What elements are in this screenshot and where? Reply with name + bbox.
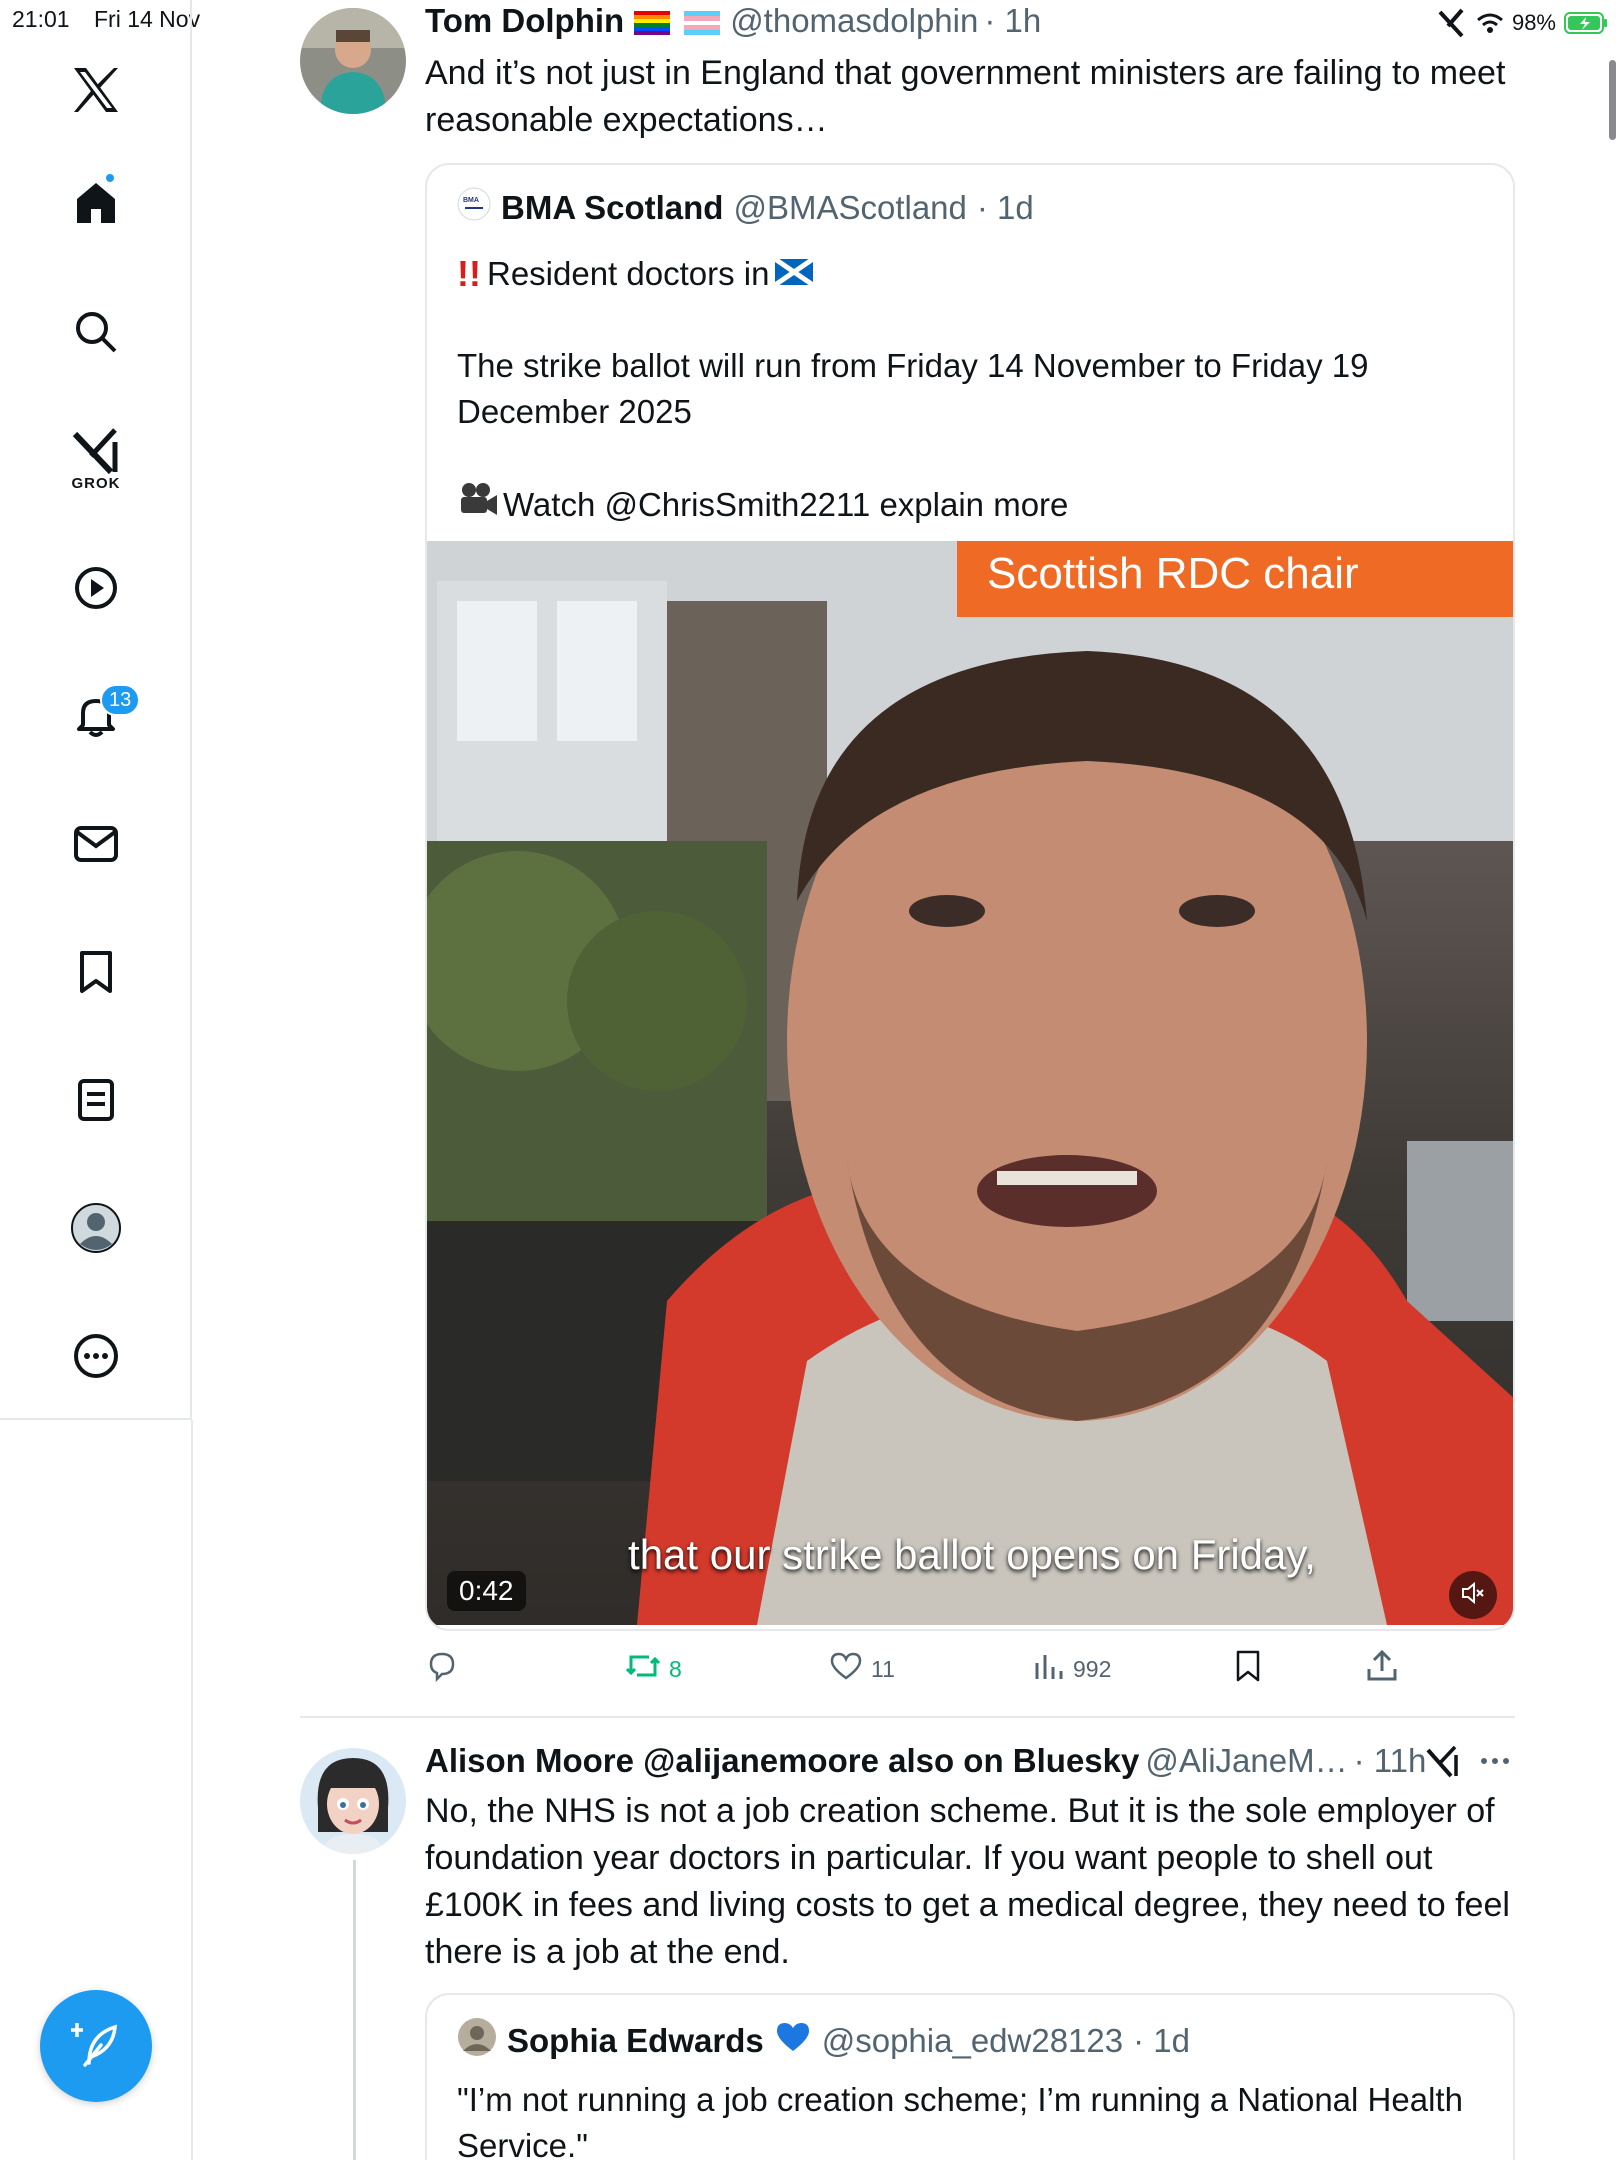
search-icon[interactable]: [58, 294, 134, 370]
bookmark-button[interactable]: [1233, 1649, 1263, 1689]
avatar-tom-dolphin[interactable]: [300, 8, 406, 114]
author-handle[interactable]: @AliJaneM…: [1145, 1742, 1347, 1780]
tweet1-header: Tom Dolphin @thomasdolphin · 1h: [425, 2, 1041, 40]
views-button[interactable]: 992: [1033, 1651, 1111, 1687]
video-duration: 0:42: [447, 1571, 526, 1611]
camera-icon: [457, 481, 499, 529]
svg-text:BMA: BMA: [463, 197, 479, 204]
mute-icon: [1460, 1580, 1486, 1611]
quote-author-handle[interactable]: @BMAScotland: [733, 189, 966, 227]
mail-icon[interactable]: [58, 806, 134, 882]
reply-button[interactable]: [425, 1649, 459, 1689]
quote-header: Sophia Edwards @sophia_edw28123 · 1d: [457, 2017, 1190, 2065]
video-banner: Scottish RDC chair: [957, 541, 1513, 617]
quote-author-handle[interactable]: @sophia_edw28123: [822, 2022, 1123, 2060]
like-button[interactable]: 11: [829, 1651, 895, 1687]
quote-line-3: Watch @ChrisSmith2211 explain more: [457, 481, 1487, 529]
home-notification-dot: [104, 172, 116, 184]
rainbow-flag-icon: [630, 2, 674, 40]
quote-text: "I’m not running a job creation scheme; …: [457, 2081, 1463, 2160]
share-icon: [1365, 1649, 1399, 1689]
sidebar: GROK 13: [0, 0, 192, 1420]
sophia-avatar[interactable]: [457, 2017, 497, 2065]
lists-icon[interactable]: [58, 1062, 134, 1138]
play-icon[interactable]: [58, 550, 134, 626]
bookmark-icon[interactable]: [58, 934, 134, 1010]
quote-header: BMA BMA Scotland @BMAScotland · 1d: [457, 187, 1034, 229]
tweet-divider: [300, 1716, 1515, 1718]
views-icon: [1033, 1651, 1065, 1687]
tweet-text: And it’s not just in England that govern…: [425, 54, 1506, 139]
quote-line-1: !! Resident doctors in: [457, 251, 1487, 297]
tweet2-header: Alison Moore @alijanemoore also on Blues…: [425, 1742, 1426, 1780]
sidebar-divider: [191, 1420, 193, 2160]
heart-icon: [829, 1651, 863, 1687]
quote-line-1-text: Resident doctors in: [486, 255, 770, 292]
wifi-icon: [1476, 12, 1504, 34]
quote-line-2: The strike ballot will run from Friday 1…: [457, 347, 1369, 430]
compose-icon: [71, 2019, 121, 2074]
status-indicators: 98%: [1434, 6, 1608, 40]
scotland-flag-icon: [774, 251, 815, 297]
author-name[interactable]: Alison Moore @alijanemoore also on Blues…: [425, 1742, 1139, 1780]
quote-time[interactable]: · 1d: [1133, 2022, 1190, 2060]
bookmark-icon: [1233, 1649, 1263, 1689]
repost-count: 8: [669, 1655, 682, 1682]
like-count: 11: [871, 1655, 895, 1682]
grok-status-icon: [1434, 6, 1468, 40]
tweet-time[interactable]: · 11h: [1354, 1742, 1427, 1780]
video-subtitle: that our strike ballot opens on Friday,: [628, 1531, 1316, 1578]
views-count: 992: [1073, 1655, 1112, 1682]
battery-percent: 98%: [1511, 10, 1556, 35]
battery-icon: [1564, 11, 1608, 35]
avatar-alison-moore[interactable]: [300, 1748, 406, 1854]
quote-line-3-text: Watch @ChrisSmith2211 explain more: [503, 486, 1069, 523]
tweet-time[interactable]: · 1h: [984, 2, 1041, 40]
quote-author-name[interactable]: Sophia Edwards: [507, 2022, 764, 2060]
author-handle[interactable]: @thomasdolphin: [730, 2, 978, 40]
quoted-tweet[interactable]: BMA BMA Scotland @BMAScotland · 1d !! Re…: [425, 163, 1515, 1631]
grok-tweet-icon[interactable]: [1425, 1744, 1461, 1785]
notification-badge: 13: [100, 684, 141, 716]
author-name[interactable]: Tom Dolphin: [425, 2, 624, 40]
quote-author-name[interactable]: BMA Scotland: [501, 189, 723, 227]
repost-icon: [625, 1651, 661, 1687]
quote-time[interactable]: · 1d: [977, 189, 1034, 227]
bma-avatar[interactable]: BMA: [457, 187, 491, 229]
share-button[interactable]: [1365, 1649, 1399, 1689]
home-icon[interactable]: [58, 164, 134, 240]
repost-button[interactable]: 8: [625, 1651, 682, 1687]
quoted-tweet[interactable]: Sophia Edwards @sophia_edw28123 · 1d "I’…: [425, 1993, 1515, 2160]
blue-heart-icon: [774, 2020, 812, 2062]
compose-button[interactable]: [40, 1990, 152, 2102]
reply-icon: [425, 1649, 459, 1689]
trans-flag-icon: [680, 2, 724, 40]
thread-line: [353, 1860, 356, 2160]
more-icon[interactable]: [58, 1318, 134, 1394]
mute-button[interactable]: [1449, 1571, 1497, 1619]
more-options-icon[interactable]: [1478, 1746, 1512, 1781]
video-frame: [427, 541, 1513, 1625]
grok-label: GROK: [71, 475, 121, 492]
x-logo-icon[interactable]: [58, 52, 134, 128]
scrollbar[interactable]: [1609, 60, 1616, 140]
tweet-text: No, the NHS is not a job creation scheme…: [425, 1792, 1510, 1971]
tweet1-actions: 8 11 992: [425, 1644, 1515, 1694]
double-exclamation-icon: !!: [457, 253, 481, 294]
video-player[interactable]: Scottish RDC chair that our strike ballo…: [427, 541, 1513, 1625]
profile-icon[interactable]: [58, 1190, 134, 1266]
